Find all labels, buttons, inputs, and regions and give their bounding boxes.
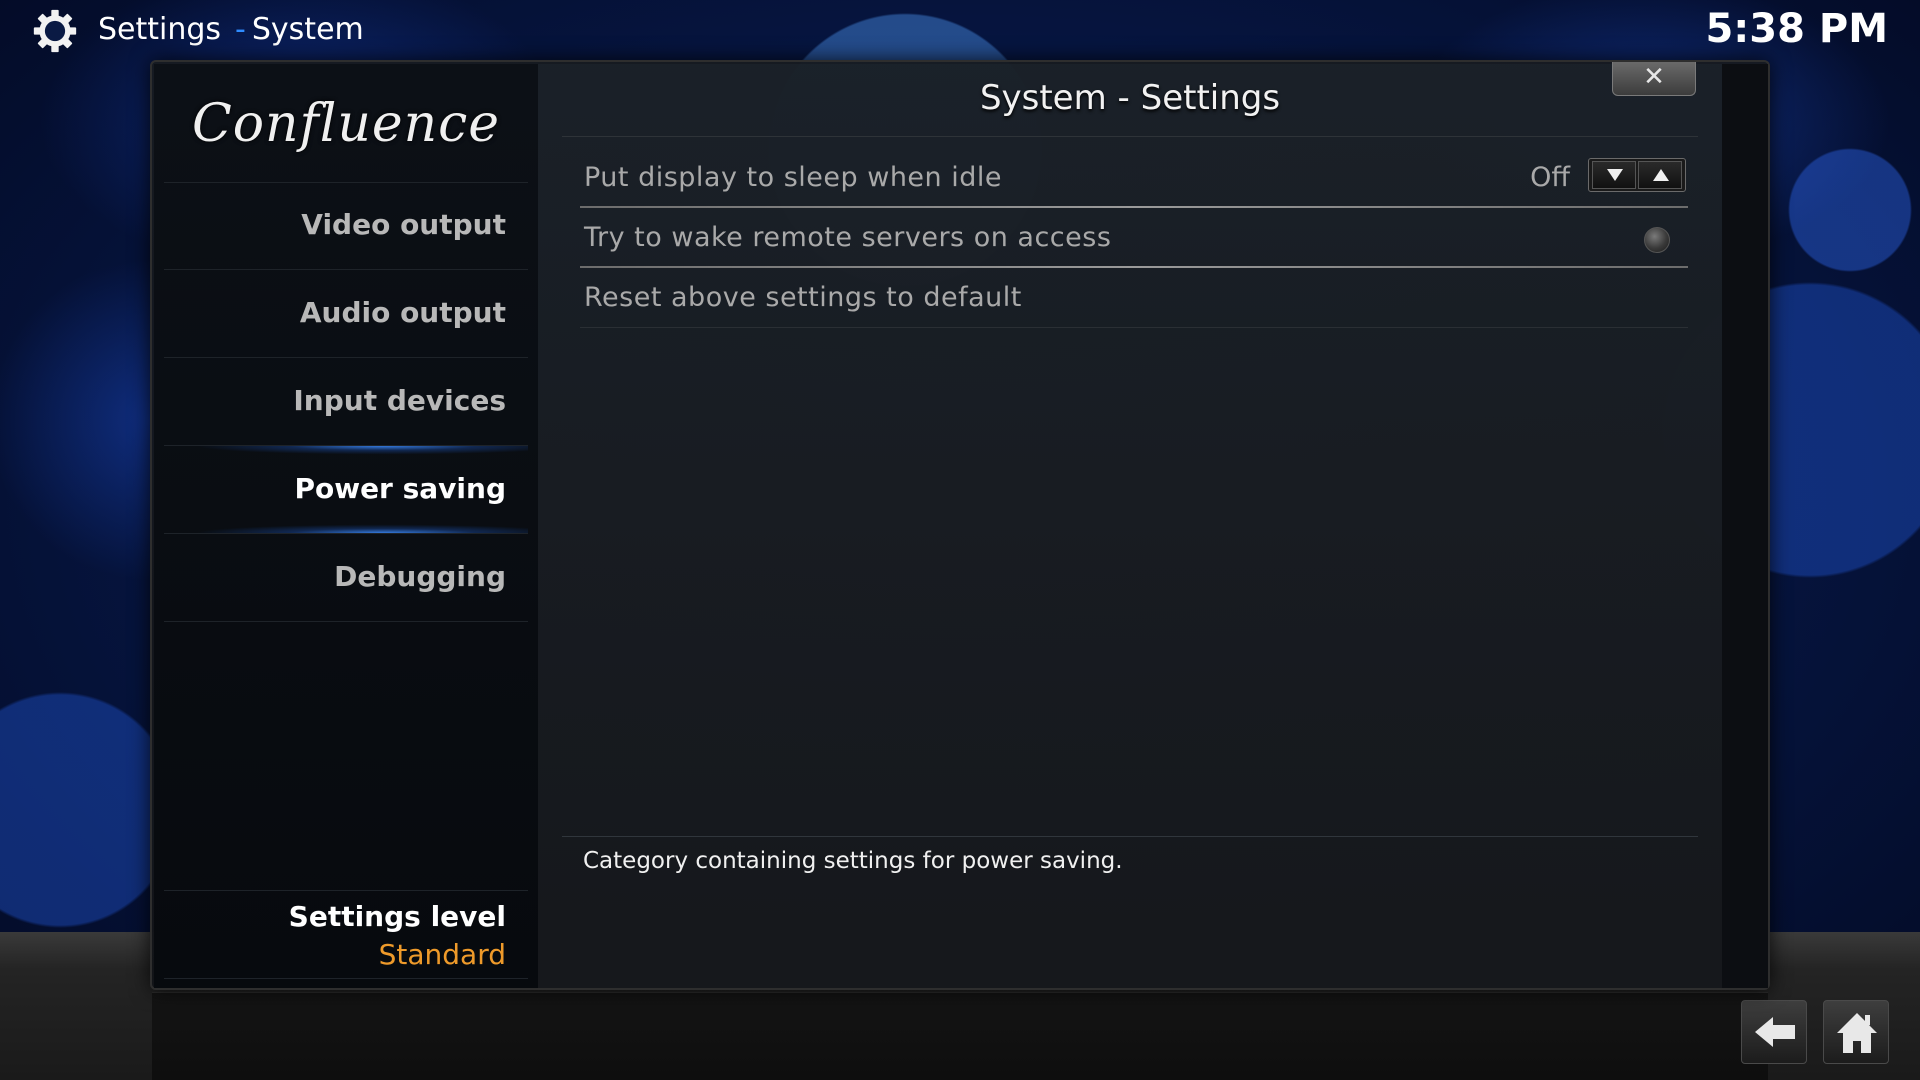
settings-level-value[interactable]: Standard — [379, 938, 506, 971]
sidebar-item-label: Audio output — [299, 296, 506, 329]
top-header: Settings - System 5:38 PM — [0, 0, 1920, 60]
divider — [562, 136, 1698, 137]
breadcrumb: Settings - System — [98, 12, 364, 47]
chevron-down-icon — [1607, 169, 1623, 181]
divider — [164, 978, 528, 979]
confluence-logo: Confluence — [191, 94, 501, 154]
clock: 5:38 PM — [1705, 6, 1888, 52]
category-description: Category containing settings for power s… — [583, 848, 1123, 874]
gear-icon — [33, 9, 77, 53]
sidebar-item-debugging[interactable]: Debugging — [164, 534, 528, 622]
focus-underline — [580, 266, 1688, 268]
back-button[interactable] — [1741, 1000, 1807, 1064]
radio-toggle[interactable] — [1644, 227, 1670, 253]
settings-dialog: Confluence Video output Audio output Inp… — [150, 60, 1770, 990]
sidebar-item-label: Input devices — [293, 384, 506, 417]
divider — [164, 890, 528, 891]
scrollbar-track — [1722, 64, 1768, 988]
back-arrow-icon — [1755, 1017, 1795, 1047]
sidebar-item-power-saving[interactable]: Power saving — [164, 446, 528, 534]
setting-label: Put display to sleep when idle — [584, 162, 1002, 193]
setting-wake-remote-servers[interactable]: Try to wake remote servers on access — [580, 210, 1688, 268]
chevron-up-icon — [1653, 169, 1669, 181]
row-divider — [580, 327, 1688, 328]
dialog-title: System - Settings — [979, 78, 1281, 118]
sidebar-item-label: Debugging — [334, 560, 506, 593]
setting-display-sleep[interactable]: Put display to sleep when idle Off — [580, 150, 1688, 208]
sidebar-item-input-devices[interactable]: Input devices — [164, 358, 528, 446]
breadcrumb-separator: - — [235, 12, 246, 47]
sidebar-item-video-output[interactable]: Video output — [164, 182, 528, 270]
breadcrumb-settings: Settings — [98, 12, 222, 47]
setting-value: Off — [1530, 162, 1570, 193]
setting-reset-defaults[interactable]: Reset above settings to default — [580, 270, 1688, 328]
sidebar-item-label: Power saving — [294, 472, 506, 505]
spin-up-button[interactable] — [1638, 161, 1682, 189]
home-button[interactable] — [1823, 1000, 1889, 1064]
bottom-panel — [152, 992, 1768, 1080]
setting-label: Reset above settings to default — [584, 282, 1022, 313]
breadcrumb-system: System — [251, 12, 364, 47]
value-spinner — [1588, 158, 1686, 192]
setting-label: Try to wake remote servers on access — [584, 222, 1112, 253]
sidebar-item-audio-output[interactable]: Audio output — [164, 270, 528, 358]
category-sidebar: Confluence Video output Audio output Inp… — [154, 64, 538, 988]
sidebar-item-label: Video output — [301, 208, 506, 241]
settings-level-title[interactable]: Settings level — [289, 900, 506, 933]
spin-down-button[interactable] — [1592, 161, 1636, 189]
divider — [562, 836, 1698, 837]
focus-underline — [580, 206, 1688, 208]
home-icon — [1837, 1013, 1877, 1053]
